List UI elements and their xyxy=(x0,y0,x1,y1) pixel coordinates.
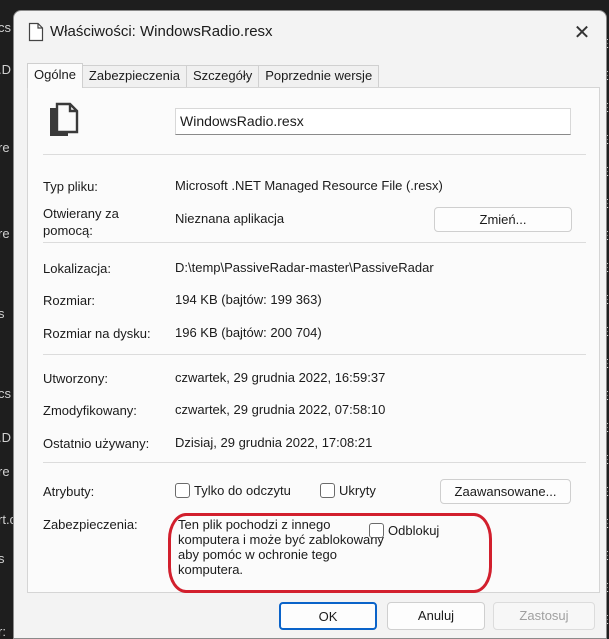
readonly-checkbox[interactable]: Tylko do odczytu xyxy=(175,483,291,498)
ok-button[interactable]: OK xyxy=(279,602,377,630)
document-icon xyxy=(28,22,44,42)
close-icon: ✕ xyxy=(573,21,591,44)
size-on-disk-label: Rozmiar na dysku: xyxy=(43,326,151,341)
tab-details[interactable]: Szczegóły xyxy=(185,65,260,87)
tab-strip: Ogólne Zabezpieczenia Szczegóły Poprzedn… xyxy=(27,63,380,88)
separator xyxy=(43,242,586,243)
readonly-checkbox-label: Tylko do odczytu xyxy=(194,483,291,498)
size-on-disk-value: 196 KB (bajtów: 200 704) xyxy=(175,325,322,340)
modified-label: Zmodyfikowany: xyxy=(43,403,137,418)
window-title: Właściwości: WindowsRadio.resx xyxy=(50,23,273,40)
bg-text: re xyxy=(0,140,10,155)
close-button[interactable]: ✕ xyxy=(566,17,598,47)
checkbox-box[interactable] xyxy=(175,483,190,498)
checkbox-box[interactable] xyxy=(320,483,335,498)
file-name-input[interactable]: WindowsRadio.resx xyxy=(175,108,571,135)
separator xyxy=(43,154,586,155)
bg-text: .D xyxy=(0,62,11,77)
tab-general[interactable]: Ogólne xyxy=(27,63,83,88)
created-value: czwartek, 29 grudnia 2022, 16:59:37 xyxy=(175,370,386,385)
cancel-button[interactable]: Anuluj xyxy=(387,602,485,630)
security-warning-text: Ten plik pochodzi z innego komputera i m… xyxy=(178,517,384,577)
unblock-checkbox-label: Odblokuj xyxy=(388,523,440,538)
bg-text: cs xyxy=(0,386,11,401)
unblock-checkbox[interactable]: Odblokuj xyxy=(369,523,439,538)
tab-security[interactable]: Zabezpieczenia xyxy=(81,65,187,87)
title-bar[interactable]: Właściwości: WindowsRadio.resx ✕ xyxy=(14,11,606,53)
opens-with-label: Otwierany za pomocą: xyxy=(43,206,119,238)
accessed-value: Dzisiaj, 29 grudnia 2022, 17:08:21 xyxy=(175,435,373,450)
separator xyxy=(43,462,586,463)
attributes-label: Atrybuty: xyxy=(43,484,95,499)
separator xyxy=(43,354,586,355)
apply-button[interactable]: Zastosuj xyxy=(493,602,595,630)
bg-text: re xyxy=(0,464,10,479)
documents-icon xyxy=(50,102,79,136)
created-label: Utworzony: xyxy=(43,371,109,386)
bg-text: s xyxy=(0,306,5,321)
bg-text: re xyxy=(0,226,10,241)
size-value: 194 KB (bajtów: 199 363) xyxy=(175,292,322,307)
file-type-value: Microsoft .NET Managed Resource File (.r… xyxy=(175,178,443,193)
advanced-button[interactable]: Zaawansowane... xyxy=(440,479,571,504)
modified-value: czwartek, 29 grudnia 2022, 07:58:10 xyxy=(175,402,386,417)
location-value: D:\temp\PassiveRadar-master\PassiveRadar xyxy=(175,260,434,275)
bg-text: s xyxy=(0,551,5,566)
bg-text: .D xyxy=(0,430,11,445)
checkbox-box[interactable] xyxy=(369,523,384,538)
opens-with-value: Nieznana aplikacja xyxy=(175,211,285,226)
location-label: Lokalizacja: xyxy=(43,261,111,276)
security-label: Zabezpieczenia: xyxy=(43,517,138,532)
hidden-checkbox[interactable]: Ukryty xyxy=(320,483,376,498)
bg-text: cs xyxy=(0,20,11,35)
hidden-checkbox-label: Ukryty xyxy=(339,483,376,498)
file-type-label: Typ pliku: xyxy=(43,179,98,194)
accessed-label: Ostatnio używany: xyxy=(43,436,150,451)
tab-previous-versions[interactable]: Poprzednie wersje xyxy=(258,65,380,87)
general-tab-panel: WindowsRadio.resx Typ pliku: Microsoft .… xyxy=(27,87,600,593)
size-label: Rozmiar: xyxy=(43,293,96,308)
properties-dialog: Właściwości: WindowsRadio.resx ✕ Ogólne … xyxy=(13,10,607,639)
change-button[interactable]: Zmień... xyxy=(434,207,572,232)
bg-text: r: xyxy=(0,624,6,639)
